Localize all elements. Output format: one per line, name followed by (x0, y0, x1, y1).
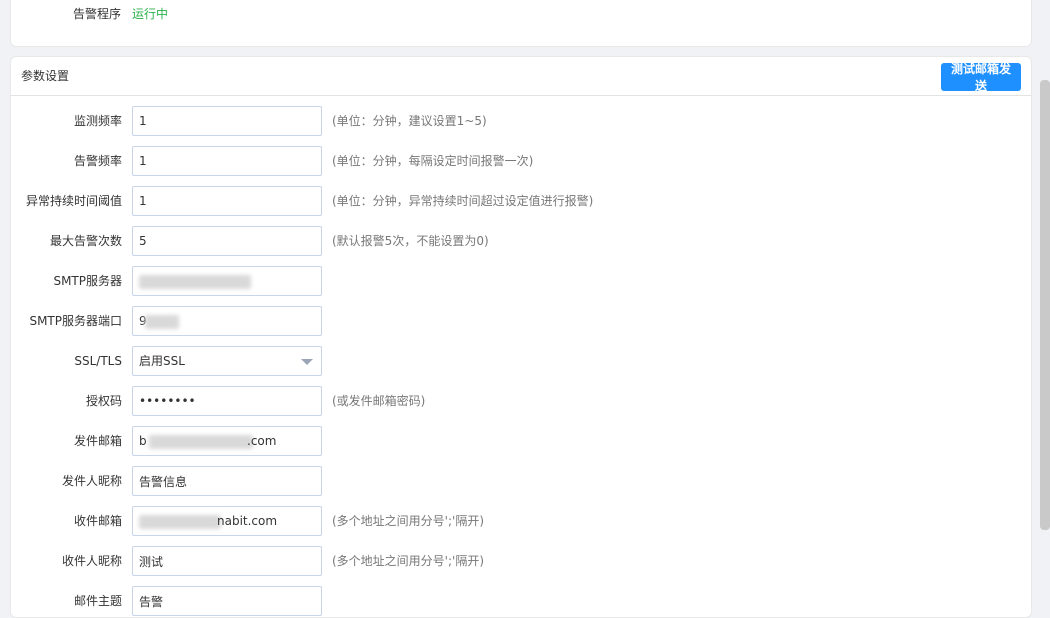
row-recipient-email: 收件邮箱 nabit.com (多个地址之间用分号';'隔开) (11, 506, 1031, 536)
row-email-subject: 邮件主题 (11, 586, 1031, 616)
alarm-program-label: 告警程序 (73, 7, 122, 21)
smtp-server-label: SMTP服务器 (53, 274, 122, 288)
redaction-blur (149, 435, 253, 449)
max-alarm-count-label: 最大告警次数 (49, 234, 122, 248)
recipient-email-hint: (多个地址之间用分号';'隔开) (332, 514, 485, 528)
recipient-email-label: 收件邮箱 (73, 514, 122, 528)
sender-email-label: 发件邮箱 (73, 434, 122, 448)
ssl-tls-selected: 启用SSL (139, 354, 185, 368)
settings-header: 参数设置 测试邮箱发送 (11, 57, 1031, 96)
settings-card: 参数设置 测试邮箱发送 监测频率 (单位：分钟，建议设置1~5) 告警频率 (单… (10, 56, 1032, 618)
ssl-tls-select[interactable]: 启用SSL (132, 346, 322, 376)
monitor-frequency-hint: (单位：分钟，建议设置1~5) (332, 114, 487, 128)
sender-nickname-label: 发件人昵称 (61, 474, 122, 488)
smtp-server-input[interactable] (132, 266, 322, 296)
smtp-port-label: SMTP服务器端口 (29, 314, 122, 328)
recipient-email-domain: nabit.com (217, 514, 278, 528)
auth-code-value: •••••••• (139, 394, 196, 408)
email-subject-input[interactable] (132, 586, 322, 616)
abnormal-duration-hint: (单位：分钟，异常持续时间超过设定值进行报警) (332, 194, 594, 208)
recipient-nickname-label: 收件人昵称 (61, 554, 122, 568)
redaction-blur (145, 315, 179, 329)
row-alarm-frequency: 告警频率 (单位：分钟，每隔设定时间报警一次) (11, 146, 1031, 176)
vertical-scrollbar[interactable] (1040, 80, 1050, 530)
settings-title: 参数设置 (21, 69, 70, 83)
monitor-frequency-label: 监测频率 (73, 114, 122, 128)
max-alarm-count-hint: (默认报警5次，不能设置为0) (332, 234, 489, 248)
smtp-port-input[interactable]: 9 (132, 306, 322, 336)
alarm-frequency-input[interactable] (132, 146, 322, 176)
sender-email-domain: .com (247, 434, 277, 448)
alarm-frequency-hint: (单位：分钟，每隔设定时间报警一次) (332, 154, 534, 168)
row-monitor-frequency: 监测频率 (单位：分钟，建议设置1~5) (11, 106, 1031, 136)
auth-code-hint: (或发件邮箱密码) (332, 394, 426, 408)
row-auth-code: 授权码 •••••••• (或发件邮箱密码) (11, 386, 1031, 416)
recipient-nickname-hint: (多个地址之间用分号';'隔开) (332, 554, 485, 568)
row-ssl-tls: SSL/TLS 启用SSL (11, 346, 1031, 376)
row-smtp-server: SMTP服务器 (11, 266, 1031, 296)
test-email-button[interactable]: 测试邮箱发送 (941, 62, 1021, 93)
row-sender-nickname: 发件人昵称 (11, 466, 1031, 496)
status-card: 告警程序 运行中 (10, 0, 1032, 47)
sender-email-input[interactable]: b .com (132, 426, 322, 456)
recipient-nickname-input[interactable] (132, 546, 322, 576)
redaction-blur (139, 275, 251, 289)
ssl-tls-label: SSL/TLS (74, 354, 122, 368)
row-recipient-nickname: 收件人昵称 (多个地址之间用分号';'隔开) (11, 546, 1031, 576)
row-max-alarm-count: 最大告警次数 (默认报警5次，不能设置为0) (11, 226, 1031, 256)
auth-code-input[interactable]: •••••••• (132, 386, 322, 416)
max-alarm-count-input[interactable] (132, 226, 322, 256)
row-smtp-port: SMTP服务器端口 9 (11, 306, 1031, 336)
alarm-program-status: 运行中 (132, 7, 169, 21)
auth-code-label: 授权码 (85, 394, 122, 408)
recipient-email-input[interactable]: nabit.com (132, 506, 322, 536)
row-abnormal-duration: 异常持续时间阈值 (单位：分钟，异常持续时间超过设定值进行报警) (11, 186, 1031, 216)
sender-email-value: b (139, 434, 147, 448)
abnormal-duration-input[interactable] (132, 186, 322, 216)
email-subject-label: 邮件主题 (73, 594, 122, 608)
redaction-blur (139, 515, 221, 529)
monitor-frequency-input[interactable] (132, 106, 322, 136)
sender-nickname-input[interactable] (132, 466, 322, 496)
abnormal-duration-label: 异常持续时间阈值 (25, 194, 122, 208)
alarm-frequency-label: 告警频率 (73, 154, 122, 168)
row-sender-email: 发件邮箱 b .com (11, 426, 1031, 456)
chevron-down-icon (301, 359, 313, 365)
